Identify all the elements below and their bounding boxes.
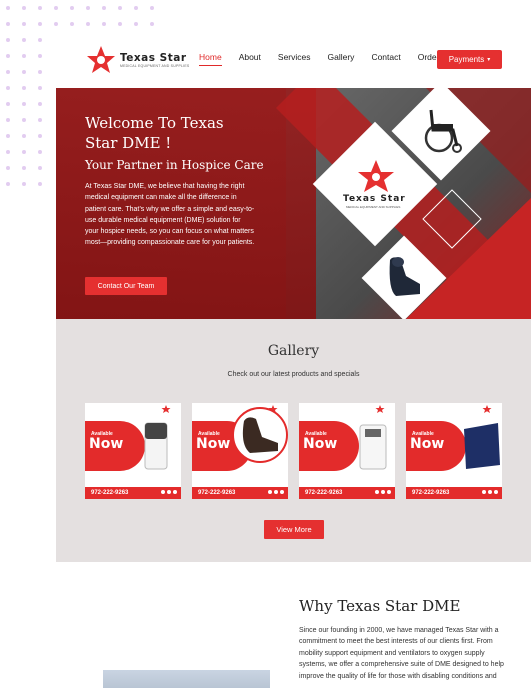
star-logo-icon	[482, 405, 492, 413]
hero-title: Welcome To Texas Star DME !	[85, 114, 224, 152]
oxygen-concentrator-image	[359, 424, 387, 470]
card-now-label: Now	[410, 436, 445, 452]
logo-name: Texas Star	[120, 52, 187, 64]
card-footer: 972-222-9263	[192, 487, 288, 499]
card-footer: 972-222-9263	[85, 487, 181, 499]
social-icons	[161, 490, 177, 494]
social-icons	[375, 490, 391, 494]
card-now-label: Now	[303, 436, 338, 452]
social-icons	[268, 490, 284, 494]
brand-logo[interactable]: Texas Star MEDICAL EQUIPMENT AND SUPPLIE…	[86, 42, 196, 78]
card-phone: 972-222-9263	[198, 490, 236, 496]
contact-team-button[interactable]: Contact Our Team	[85, 277, 167, 295]
nav-about[interactable]: About	[239, 52, 261, 66]
massage-chair-image	[232, 407, 288, 463]
card-phone: 972-222-9263	[91, 490, 129, 496]
hero-body: At Texas Star DME, we believe that havin…	[85, 183, 255, 247]
logo-tagline: MEDICAL EQUIPMENT AND SUPPLIES	[120, 64, 190, 68]
logo-text: Texas Star MEDICAL EQUIPMENT AND SUPPLIE…	[120, 52, 189, 68]
gallery-card[interactable]: Available Now 972-222-9263	[406, 403, 502, 499]
gallery-card[interactable]: Available Now 972-222-9263	[299, 403, 395, 499]
view-more-button[interactable]: View More	[264, 520, 324, 539]
card-footer: 972-222-9263	[406, 487, 502, 499]
nav-home[interactable]: Home	[199, 52, 222, 66]
social-icons	[482, 490, 498, 494]
mattress-image	[464, 423, 500, 469]
hero-logo-tagline: MEDICAL EQUIPMENT AND SUPPLIES	[346, 205, 401, 209]
star-logo-icon	[87, 46, 115, 73]
gallery-subtitle: Check out our latest products and specia…	[227, 371, 360, 378]
card-phone: 972-222-9263	[305, 490, 343, 496]
payments-dropdown-button[interactable]: Payments ▾	[437, 50, 502, 69]
gallery-card[interactable]: Available Now 972-222-9263	[192, 403, 288, 499]
card-footer: 972-222-9263	[299, 487, 395, 499]
gallery-section: Gallery Check out our latest products an…	[56, 319, 531, 562]
gallery-title: Gallery	[267, 343, 320, 359]
card-phone: 972-222-9263	[412, 490, 450, 496]
oxygen-concentrator-image	[144, 422, 168, 470]
payments-label: Payments	[448, 55, 485, 64]
why-section-image	[103, 670, 270, 688]
hero-subtitle: Your Partner in Hospice Care	[85, 158, 264, 172]
star-logo-icon	[161, 405, 171, 413]
star-logo-icon	[375, 405, 385, 413]
site-header: Texas Star MEDICAL EQUIPMENT AND SUPPLIE…	[56, 30, 531, 88]
caret-down-icon: ▾	[487, 57, 491, 63]
card-now-label: Now	[89, 436, 124, 452]
main-nav: Home About Services Gallery Contact Orde…	[199, 52, 461, 66]
hero-logo-name: Texas Star	[343, 194, 406, 204]
page: Texas Star MEDICAL EQUIPMENT AND SUPPLIE…	[0, 0, 531, 688]
massage-chair-image	[389, 257, 420, 296]
nav-services[interactable]: Services	[278, 52, 311, 66]
why-title: Why Texas Star DME	[299, 597, 461, 615]
hero-section: Texas Star MEDICAL EQUIPMENT AND SUPPLIE…	[56, 88, 531, 319]
nav-contact[interactable]: Contact	[371, 52, 400, 66]
card-now-label: Now	[196, 436, 231, 452]
why-body: Since our founding in 2000, we have mana…	[299, 627, 504, 680]
nav-gallery[interactable]: Gallery	[328, 52, 355, 66]
gallery-card[interactable]: Available Now 972-222-9263	[85, 403, 181, 499]
wheelchair-image	[424, 109, 462, 153]
